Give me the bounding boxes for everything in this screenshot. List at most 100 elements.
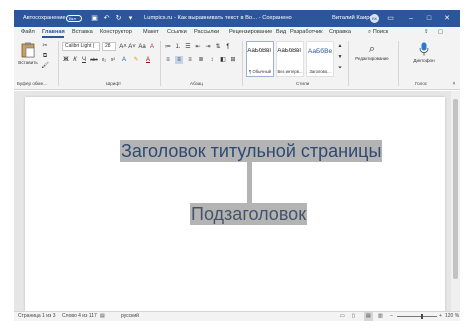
group-divider <box>398 41 399 86</box>
shading-icon[interactable]: ◧ <box>219 56 227 64</box>
zoom-level[interactable]: 120 % <box>445 312 459 321</box>
paragraph-group-label: Абзац <box>190 81 203 86</box>
voice-group-label: Голос <box>415 81 428 86</box>
document-page[interactable]: Заголовок титульной страницы Подзаголово… <box>25 97 445 315</box>
zoom-slider[interactable] <box>397 316 437 317</box>
font-group-label: Шрифт <box>106 81 122 86</box>
redo-icon[interactable]: ↻ <box>114 10 123 27</box>
styles-scroll-up-icon[interactable]: ▲ <box>336 42 344 50</box>
underline-button[interactable]: Ч <box>80 56 88 64</box>
share-icon[interactable]: ⇪ <box>424 27 429 38</box>
undo-icon[interactable]: ↶ <box>102 10 111 27</box>
focus-mode-icon[interactable]: ▭ <box>340 312 345 321</box>
italic-button[interactable]: К <box>71 56 79 64</box>
copy-icon[interactable]: ⧉ <box>41 52 49 60</box>
zoom-out-button[interactable]: – <box>390 312 393 321</box>
numbering-icon[interactable]: ⒈ <box>174 43 182 51</box>
font-color-icon[interactable]: A <box>144 56 152 64</box>
grow-font-button[interactable]: A˄ <box>119 43 127 51</box>
minimize-button[interactable]: – <box>404 10 418 27</box>
bold-button[interactable]: Ж <box>62 56 70 64</box>
avatar[interactable]: ВК <box>370 14 379 23</box>
autosave-label: Автосохранение <box>23 15 66 21</box>
group-divider <box>58 41 59 86</box>
show-formatting-icon[interactable]: ¶ <box>224 43 232 51</box>
selection-connector <box>247 162 252 203</box>
autosave-toggle[interactable]: Вкл <box>66 15 82 22</box>
save-icon[interactable]: ▣ <box>90 10 99 27</box>
text-effects-icon[interactable]: A <box>120 56 128 64</box>
word-counter[interactable]: Слово 4 из 117 <box>62 312 97 321</box>
document-area: Заголовок титульной страницы Подзаголово… <box>14 91 460 315</box>
editing-button[interactable]: ⌕ Редактирование <box>352 42 392 61</box>
scrollbar-thumb[interactable] <box>453 99 458 279</box>
tab-view[interactable]: Вид <box>276 27 286 38</box>
font-size-field[interactable]: 28 <box>102 42 116 51</box>
tab-references[interactable]: Ссылки <box>167 27 187 38</box>
change-case-button[interactable]: Aa <box>138 43 146 51</box>
web-layout-icon[interactable]: ▥ <box>378 312 383 321</box>
style-no-spacing[interactable]: АаБбВвГ Без интерв... <box>276 41 304 77</box>
tab-design[interactable]: Конструктор <box>100 27 132 38</box>
tab-help[interactable]: Справка <box>329 27 351 38</box>
paste-button[interactable]: Вставить <box>18 42 38 65</box>
language-label[interactable]: русский <box>121 312 139 321</box>
styles-group-label: Стили <box>296 81 310 86</box>
borders-icon[interactable]: ⊞ <box>229 56 237 64</box>
collapse-ribbon-icon[interactable]: ˄ <box>450 80 458 88</box>
maximize-button[interactable]: □ <box>422 10 436 27</box>
style-name: ¶ Обычный <box>249 69 271 74</box>
strikethrough-button[interactable]: abc <box>90 56 98 64</box>
tab-review[interactable]: Рецензирование <box>229 27 272 38</box>
close-button[interactable]: ✕ <box>440 10 454 27</box>
paste-label: Вставить <box>18 60 38 65</box>
tab-search[interactable]: ⌕ Поиск <box>368 27 388 38</box>
ribbon-display-icon[interactable]: ▭ <box>386 10 395 27</box>
document-title[interactable]: Заголовок титульной страницы <box>120 140 383 162</box>
bullets-icon[interactable]: ≔ <box>164 43 172 51</box>
font-name-field[interactable]: Calibri Light ( <box>62 42 100 51</box>
vertical-scrollbar[interactable] <box>451 91 460 311</box>
style-normal[interactable]: АаБбВвГ ¶ Обычный <box>246 41 274 77</box>
subscript-button[interactable]: x₂ <box>100 56 108 64</box>
style-heading[interactable]: АаБбВе Заголово... <box>306 41 334 77</box>
tab-developer[interactable]: Разработчик <box>290 27 323 38</box>
increase-indent-icon[interactable]: ⇥ <box>204 43 212 51</box>
comments-icon[interactable]: ▢ <box>438 27 443 38</box>
tab-file[interactable]: Файл <box>21 27 35 38</box>
customize-quick-access-icon[interactable]: ▾ <box>126 10 135 27</box>
tab-search-label: Поиск <box>372 29 389 35</box>
ribbon-tabs: Файл Главная Вставка Конструктор Макет С… <box>14 27 460 38</box>
clear-formatting-button[interactable]: A <box>148 43 156 51</box>
paste-icon <box>21 42 35 58</box>
decrease-indent-icon[interactable]: ⇤ <box>194 43 202 51</box>
tab-insert[interactable]: Вставка <box>72 27 93 38</box>
style-sample: АаБбВвГ <box>277 48 303 54</box>
tab-layout[interactable]: Макет <box>143 27 159 38</box>
tab-mailings[interactable]: Рассылки <box>194 27 219 38</box>
styles-scroll-down-icon[interactable]: ▼ <box>336 53 344 61</box>
format-painter-icon[interactable]: 🖌 <box>41 62 49 70</box>
zoom-slider-thumb[interactable] <box>421 314 423 319</box>
word-window: Автосохранение Вкл ▣ ↶ ↻ ▾ Lumpics.ru - … <box>14 10 460 321</box>
page-counter[interactable]: Страница 1 из 3 <box>18 312 55 321</box>
justify-icon[interactable]: ≣ <box>197 56 205 64</box>
cut-icon[interactable]: ✂ <box>41 42 49 50</box>
align-right-icon[interactable]: ≡ <box>186 56 194 64</box>
zoom-in-button[interactable]: + <box>439 312 442 321</box>
read-mode-icon[interactable]: ▯ <box>352 312 355 321</box>
styles-more-icon[interactable]: ⏷ <box>336 64 344 72</box>
print-layout-icon[interactable]: ▤ <box>364 312 373 321</box>
superscript-button[interactable]: x² <box>109 56 117 64</box>
highlight-color-icon[interactable]: ✎ <box>132 56 140 64</box>
dictate-button[interactable]: Диктофон <box>408 42 440 63</box>
sort-icon[interactable]: ⇅ <box>214 43 222 51</box>
proofing-icon[interactable]: ▤ <box>100 312 105 321</box>
document-subtitle[interactable]: Подзаголовок <box>190 203 308 225</box>
align-left-icon[interactable]: ≡ <box>164 56 172 64</box>
align-center-icon[interactable]: ≡ <box>175 56 183 64</box>
line-spacing-icon[interactable]: ↕ <box>208 56 216 64</box>
title-bar: Автосохранение Вкл ▣ ↶ ↻ ▾ Lumpics.ru - … <box>14 10 460 27</box>
multilevel-list-icon[interactable]: ☰ <box>184 43 192 51</box>
shrink-font-button[interactable]: A˅ <box>128 43 136 51</box>
